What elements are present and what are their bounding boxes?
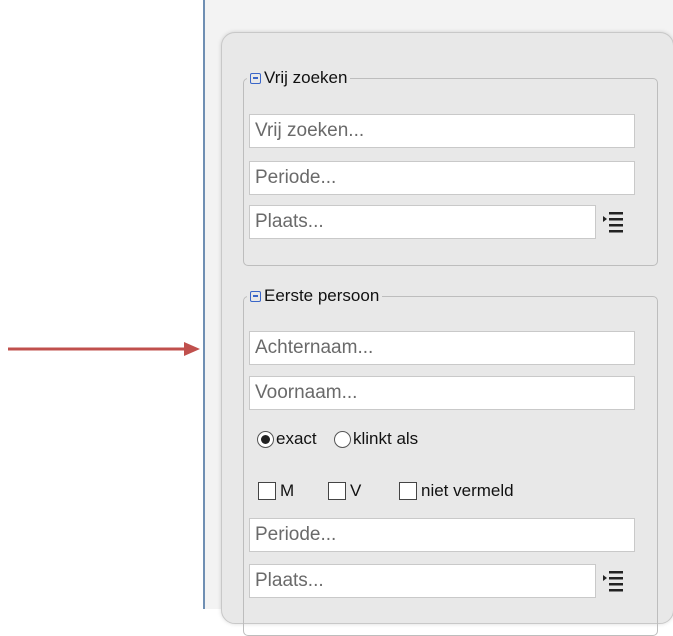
match-sounds-like-option[interactable]: klinkt als: [334, 429, 418, 449]
legend-vrij-zoeken-label: Vrij zoeken: [264, 68, 348, 87]
firstname-input[interactable]: [249, 376, 635, 410]
checkbox-v[interactable]: [328, 482, 346, 500]
gender-m-label: M: [280, 481, 295, 500]
fieldset-eerste-persoon: Eerste persoon exact klinkt als M V: [243, 286, 658, 636]
search-frame: Vrij zoeken Eerste persoon: [203, 0, 673, 636]
search-panel: Vrij zoeken Eerste persoon: [221, 32, 673, 636]
match-exact-option[interactable]: exact: [257, 429, 317, 449]
gender-m-option[interactable]: M: [258, 481, 294, 501]
lastname-input[interactable]: [249, 331, 635, 365]
list-icon[interactable]: [601, 567, 631, 595]
period-input[interactable]: [249, 161, 635, 195]
checkbox-m[interactable]: [258, 482, 276, 500]
radio-exact[interactable]: [257, 430, 274, 448]
match-exact-label: exact: [276, 429, 317, 448]
place-input[interactable]: [249, 205, 596, 239]
legend-eerste-persoon[interactable]: Eerste persoon: [247, 286, 383, 306]
checkbox-niet-vermeld[interactable]: [399, 482, 417, 500]
radio-klinkt-als[interactable]: [334, 430, 351, 448]
gender-not-mentioned-option[interactable]: niet vermeld: [399, 481, 514, 501]
fieldset-vrij-zoeken: Vrij zoeken: [243, 68, 658, 266]
person-period-input[interactable]: [249, 518, 635, 552]
match-sounds-like-label: klinkt als: [353, 429, 419, 448]
legend-vrij-zoeken[interactable]: Vrij zoeken: [247, 68, 351, 88]
gender-not-mentioned-label: niet vermeld: [421, 481, 514, 500]
collapse-icon[interactable]: [250, 72, 261, 84]
person-place-input[interactable]: [249, 564, 596, 598]
annotation-arrow-icon: [8, 342, 200, 356]
free-search-input[interactable]: [249, 114, 635, 148]
gender-v-label: V: [350, 481, 362, 500]
list-icon[interactable]: [601, 208, 631, 236]
collapse-icon[interactable]: [250, 290, 261, 302]
legend-eerste-persoon-label: Eerste persoon: [264, 286, 380, 305]
gender-v-option[interactable]: V: [328, 481, 361, 501]
